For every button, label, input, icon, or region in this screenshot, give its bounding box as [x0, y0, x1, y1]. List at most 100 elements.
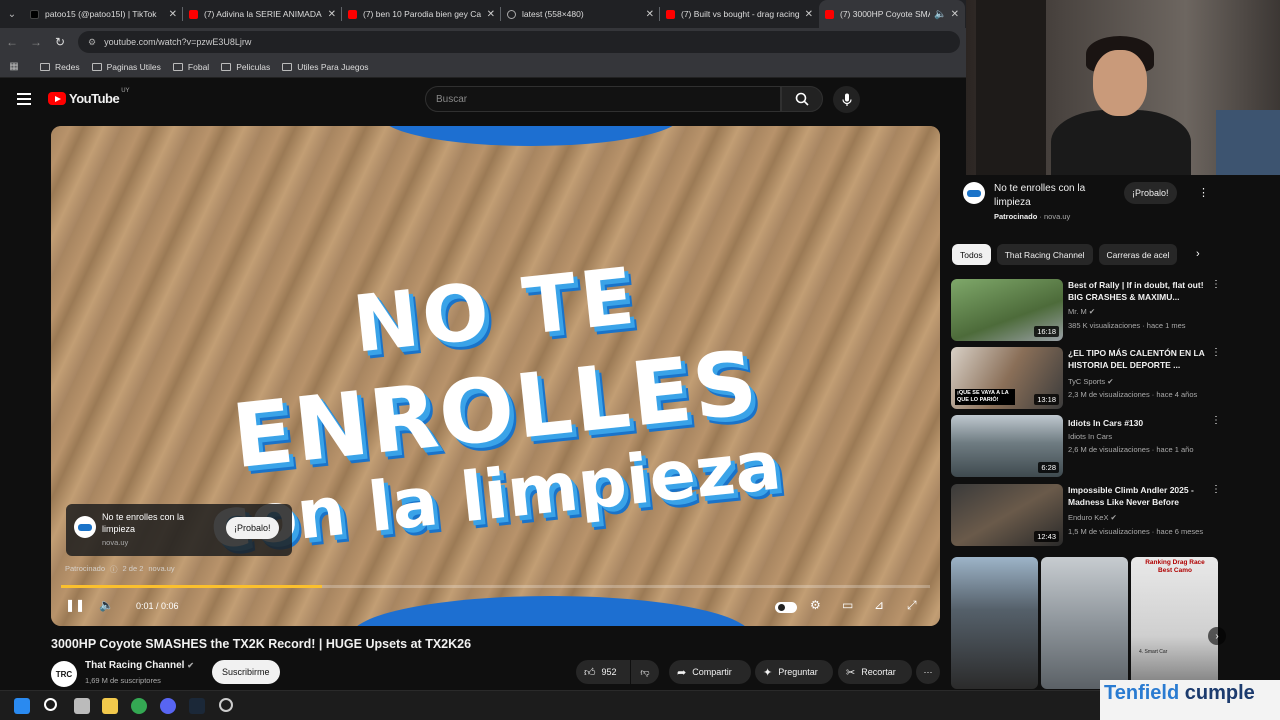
close-tab-icon[interactable]: ✕ [805, 9, 813, 20]
logo-text: YouTube [69, 91, 120, 106]
sponsor-domain[interactable]: nova.uy [148, 564, 174, 575]
address-bar[interactable]: ⚙ youtube.com/watch?v=pzwE3U8Ljrw [78, 31, 960, 53]
bookmark-folder[interactable]: Utiles Para Juegos [282, 62, 369, 72]
more-actions-button[interactable]: ⋯ [916, 660, 940, 684]
sponsor-info: Patrocinado ⓘ 2 de 2 nova.uy [65, 564, 175, 575]
short-thumbnail[interactable] [1041, 557, 1128, 689]
recommended-video[interactable]: 16:18 Best of Rally | If in doubt, flat … [951, 279, 1221, 341]
back-icon[interactable]: ← [0, 35, 24, 49]
sidebar-ad-cta-button[interactable]: ¡Probalo! [1124, 182, 1177, 204]
recommended-stats: 1,5 M de visualizaciones · hace 6 meses [1068, 527, 1204, 536]
channel-name[interactable]: That Racing Channel ✔ [85, 660, 194, 671]
shorts-next-button[interactable]: › [1208, 627, 1226, 645]
discord-icon[interactable] [160, 698, 176, 714]
duration-badge: 12:43 [1034, 531, 1059, 542]
bookmark-label: Redes [55, 61, 80, 72]
recommended-stats: 2,6 M de visualizaciones · hace 1 año [1068, 445, 1194, 454]
task-view-icon[interactable] [74, 698, 90, 714]
close-tab-icon[interactable]: ✕ [646, 9, 654, 20]
channel-avatar[interactable]: TRC [51, 661, 77, 687]
info-icon[interactable]: ⓘ [110, 564, 118, 575]
ad-card-title: No te enrolles con la limpieza [102, 512, 185, 534]
sidebar-ad[interactable]: No te enrolles con la limpieza Patrocina… [953, 176, 1219, 232]
ask-button[interactable]: ✦ Preguntar [755, 660, 833, 684]
file-explorer-icon[interactable] [102, 698, 118, 714]
more-vert-icon[interactable]: ⋮ [1211, 415, 1221, 426]
recommended-video[interactable]: 12:43 Impossible Climb Andler 2025 - Mad… [951, 484, 1221, 546]
ad-overlay-card[interactable]: No te enrolles con la limpieza nova.uy ¡… [66, 504, 292, 556]
pause-icon[interactable]: ❚❚ [65, 598, 85, 612]
forward-icon[interactable]: → [24, 35, 48, 49]
settings-gear-icon[interactable]: ⚙ [810, 598, 821, 612]
recommended-video[interactable]: ¡QUE SE VAYA A LA QUE LO PARIÓ! 13:18 ¿E… [951, 347, 1221, 409]
close-tab-icon[interactable]: ✕ [328, 9, 336, 20]
progress-bar[interactable] [61, 585, 930, 588]
sidebar-ad-title: No te enrolles con la limpieza [994, 183, 1086, 208]
youtube-logo[interactable]: YouTube UY [48, 88, 130, 106]
bookmarks-bar: ▦ Redes Paginas Utiles Fobal Peliculas U… [0, 56, 966, 78]
video-player[interactable]: NO TE ENROLLES con la limpieza No te enr… [51, 126, 940, 626]
chrome-icon[interactable] [131, 698, 147, 714]
filter-chips: Todos That Racing Channel Carreras de ac… [952, 244, 1220, 266]
browser-tab[interactable]: (7) Built vs bought - drag racing ✕ [660, 0, 819, 28]
settings-icon[interactable] [219, 698, 233, 712]
reload-icon[interactable]: ↻ [48, 35, 72, 49]
tab-search-button[interactable]: ⌄ [0, 0, 24, 28]
more-vert-icon[interactable]: ⋮ [1211, 347, 1221, 358]
menu-icon[interactable] [17, 93, 31, 108]
search-icon[interactable] [44, 698, 57, 711]
site-info-icon[interactable]: ⚙ [88, 37, 96, 48]
bookmark-folder[interactable]: Paginas Utiles [91, 62, 161, 72]
browser-tab[interactable]: latest (558×480) ✕ [501, 0, 660, 28]
close-tab-icon[interactable]: ✕ [169, 9, 177, 20]
short-thumbnail[interactable] [951, 557, 1038, 689]
fullscreen-icon[interactable]: ⤢ [907, 598, 917, 613]
subscribe-button[interactable]: Suscribirme [212, 660, 280, 684]
clip-button[interactable]: ✂ Recortar [838, 660, 912, 684]
apps-grid-icon[interactable]: ▦ [0, 61, 28, 72]
tiktok-icon [30, 9, 39, 19]
miniplayer-icon[interactable]: ▭ [842, 598, 853, 612]
autoplay-toggle[interactable] [775, 602, 797, 613]
video-thumbnail[interactable]: 12:43 [951, 484, 1063, 546]
volume-icon[interactable]: 🔈 [99, 598, 114, 612]
chip-all[interactable]: Todos [952, 244, 991, 265]
browser-tab[interactable]: patoo15 (@patoo15I) | TikTok ✕ [24, 0, 183, 28]
more-vert-icon[interactable]: ⋮ [1211, 484, 1221, 495]
browser-tab[interactable]: (7) Adivina la SERIE ANIMADA ✕ [183, 0, 342, 28]
more-vert-icon[interactable]: ⋮ [1211, 279, 1221, 290]
close-tab-icon[interactable]: ✕ [487, 9, 495, 20]
search-input[interactable]: Buscar [425, 86, 781, 112]
video-thumbnail[interactable]: ¡QUE SE VAYA A LA QUE LO PARIÓ! 13:18 [951, 347, 1063, 409]
recommended-video[interactable]: 6:28 Idiots In Cars #130 Idiots In Cars … [951, 415, 1221, 477]
video-thumbnail[interactable]: 6:28 [951, 415, 1063, 477]
search-button[interactable] [781, 86, 823, 112]
ad-cta-button[interactable]: ¡Probalo! [226, 517, 279, 539]
sidebar-ad-domain: nova.uy [1044, 212, 1071, 221]
recommended-title: Idiots In Cars #130 [1068, 418, 1144, 428]
bookmark-folder[interactable]: Redes [40, 62, 80, 72]
short-thumbnail[interactable]: Ranking Drag Race Best Camo 4. Smart Car [1131, 557, 1218, 689]
browser-tab-active[interactable]: (7) 3000HP Coyote SMASH 🔈 ✕ [819, 0, 965, 28]
windows-taskbar [0, 690, 1280, 720]
chevron-right-icon[interactable]: › [1196, 248, 1200, 260]
bookmark-folder[interactable]: Peliculas [221, 62, 270, 72]
more-vert-icon[interactable]: ⋮ [1198, 186, 1209, 199]
chip-drag-racing[interactable]: Carreras de acel [1098, 244, 1178, 265]
recommended-title: Best of Rally | If in doubt, flat out! B… [1068, 280, 1204, 302]
country-code: UY [121, 88, 130, 94]
close-tab-icon[interactable]: ✕ [951, 9, 959, 20]
chip-channel[interactable]: That Racing Channel [996, 244, 1093, 265]
video-thumbnail[interactable]: 16:18 [951, 279, 1063, 341]
browser-tab[interactable]: (7) ben 10 Parodia bien gey Ca ✕ [342, 0, 501, 28]
voice-search-button[interactable] [833, 86, 860, 113]
audio-icon[interactable]: 🔈 [934, 9, 946, 20]
like-button[interactable]: 👍︎ 952 [576, 660, 630, 684]
dislike-button[interactable]: 👎︎ [631, 660, 659, 684]
share-button[interactable]: ➦ Compartir [669, 660, 751, 684]
steam-icon[interactable] [189, 698, 205, 714]
cast-icon[interactable]: ⊿ [874, 598, 884, 612]
thumbs-down-icon: 👎︎ [640, 666, 650, 677]
windows-start-icon[interactable] [14, 698, 30, 714]
bookmark-folder[interactable]: Fobal [172, 62, 209, 72]
